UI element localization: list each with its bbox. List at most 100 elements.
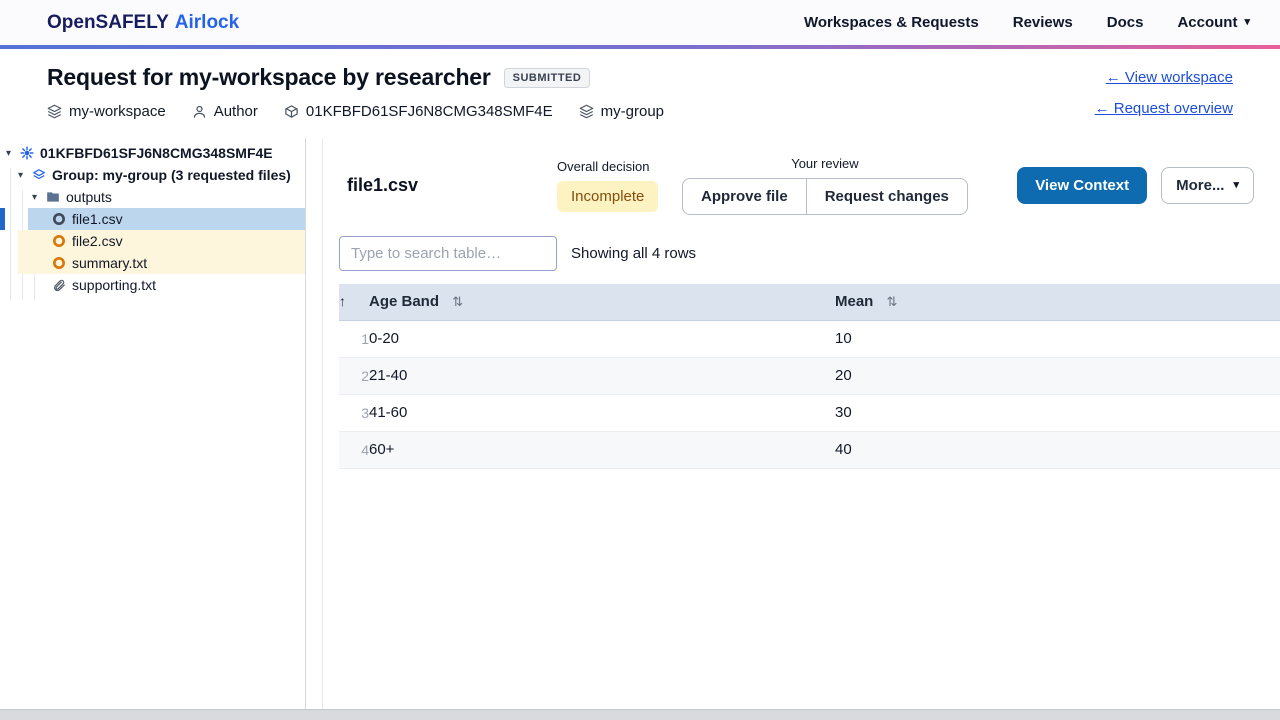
file-tree-sidebar: ▾ 01KFBFD61SFJ6N8CMG348SMF4E ▾ Group: my… bbox=[0, 138, 306, 709]
request-overview-link[interactable]: ← Request overview bbox=[1095, 100, 1233, 117]
file-csv-icon bbox=[52, 212, 66, 226]
meta-request-id-label: 01KFBFD61SFJ6N8CMG348SMF4E bbox=[306, 103, 553, 120]
more-actions-label: More... bbox=[1176, 177, 1224, 194]
meta-group-label: my-group bbox=[601, 103, 664, 120]
file-csv-icon bbox=[52, 234, 66, 248]
more-actions-button[interactable]: More... ▾ bbox=[1161, 167, 1254, 204]
column-header-mean[interactable]: Mean ⇅ bbox=[835, 284, 1280, 320]
tree-item-supporting[interactable]: supporting.txt bbox=[0, 274, 305, 296]
account-menu[interactable]: Account ▾ bbox=[1177, 14, 1250, 31]
tree-item-label: supporting.txt bbox=[72, 277, 156, 293]
meta-request-id: 01KFBFD61SFJ6N8CMG348SMF4E bbox=[284, 103, 553, 120]
nav-link-workspaces-requests[interactable]: Workspaces & Requests bbox=[804, 14, 979, 31]
group-icon bbox=[32, 168, 46, 182]
request-icon bbox=[20, 146, 34, 160]
request-header-links: ← View workspace ← Request overview bbox=[1095, 69, 1233, 138]
meta-author-label: Author bbox=[214, 103, 258, 120]
row-number-cell: 4 bbox=[339, 431, 369, 468]
chevron-down-icon[interactable]: ▾ bbox=[6, 148, 20, 159]
age-band-cell: 21-40 bbox=[369, 357, 835, 394]
author-icon bbox=[192, 104, 207, 119]
mean-cell: 20 bbox=[835, 357, 1280, 394]
folder-icon bbox=[46, 190, 60, 204]
age-band-cell: 41-60 bbox=[369, 394, 835, 431]
tree-item-file1[interactable]: file1.csv bbox=[0, 208, 305, 230]
table-row: 2 21-40 20 bbox=[339, 357, 1280, 394]
request-header: Request for my-workspace by researcher S… bbox=[0, 49, 1280, 138]
page-title: Request for my-workspace by researcher bbox=[47, 64, 491, 91]
file-tree: ▾ 01KFBFD61SFJ6N8CMG348SMF4E ▾ Group: my… bbox=[0, 142, 305, 296]
chevron-down-icon: ▾ bbox=[1233, 180, 1239, 191]
group-icon bbox=[579, 104, 594, 119]
mean-cell: 30 bbox=[835, 394, 1280, 431]
brand-secondary: Airlock bbox=[175, 12, 239, 33]
content-area: ▾ 01KFBFD61SFJ6N8CMG348SMF4E ▾ Group: my… bbox=[0, 138, 1280, 710]
overall-decision-label: Overall decision bbox=[557, 159, 682, 174]
file-txt-icon bbox=[52, 256, 66, 270]
paperclip-icon bbox=[52, 278, 66, 292]
row-number-cell: 2 bbox=[339, 357, 369, 394]
tree-item-label: Group: my-group (3 requested files) bbox=[52, 167, 291, 183]
age-band-cell: 0-20 bbox=[369, 320, 835, 357]
column-header-label: Mean bbox=[835, 293, 873, 310]
tree-item-label: summary.txt bbox=[72, 255, 147, 271]
approve-file-button[interactable]: Approve file bbox=[682, 178, 807, 215]
request-meta: my-workspace Author 01KFBFD61SFJ6N8CMG34… bbox=[47, 103, 664, 120]
column-header-label: Age Band bbox=[369, 293, 439, 310]
sort-ascending-icon[interactable]: ↑ bbox=[339, 293, 346, 309]
view-context-button[interactable]: View Context bbox=[1017, 167, 1147, 204]
nav-link-reviews[interactable]: Reviews bbox=[1013, 14, 1073, 31]
mean-cell: 40 bbox=[835, 431, 1280, 468]
tree-item-label: file2.csv bbox=[72, 233, 123, 249]
column-header-age-band[interactable]: Age Band ⇅ bbox=[369, 284, 835, 320]
tree-item-label: outputs bbox=[66, 189, 112, 205]
request-id-icon bbox=[284, 104, 299, 119]
row-number-cell: 1 bbox=[339, 320, 369, 357]
sort-toggle-icon[interactable]: ⇅ bbox=[887, 294, 898, 309]
tree-item-label: 01KFBFD61SFJ6N8CMG348SMF4E bbox=[40, 145, 273, 161]
request-header-left: Request for my-workspace by researcher S… bbox=[47, 49, 664, 138]
rows-summary: Showing all 4 rows bbox=[571, 245, 696, 262]
overall-decision: Overall decision Incomplete bbox=[557, 159, 682, 212]
table-header-row: ↑ Age Band ⇅ Mean ⇅ bbox=[339, 284, 1280, 320]
tree-item-file2[interactable]: file2.csv bbox=[0, 230, 305, 252]
status-badge: SUBMITTED bbox=[504, 68, 591, 88]
view-workspace-link[interactable]: ← View workspace bbox=[1106, 69, 1233, 86]
file-review-header: file1.csv Overall decision Incomplete Yo… bbox=[323, 138, 1280, 232]
tree-item-group[interactable]: ▾ Group: my-group (3 requested files) bbox=[0, 164, 305, 186]
sort-toggle-icon[interactable]: ⇅ bbox=[452, 294, 463, 309]
workspace-icon bbox=[47, 104, 62, 119]
tree-item-request-root[interactable]: ▾ 01KFBFD61SFJ6N8CMG348SMF4E bbox=[0, 142, 305, 164]
tree-item-summary[interactable]: summary.txt bbox=[0, 252, 305, 274]
meta-author: Author bbox=[192, 103, 258, 120]
review-button-group: Approve file Request changes bbox=[682, 178, 968, 215]
file-data-table: ↑ Age Band ⇅ Mean ⇅ 1 0-20 10 bbox=[339, 284, 1280, 469]
mean-cell: 10 bbox=[835, 320, 1280, 357]
account-label: Account bbox=[1177, 14, 1237, 31]
table-row: 3 41-60 30 bbox=[339, 394, 1280, 431]
nav-link-docs[interactable]: Docs bbox=[1107, 14, 1144, 31]
chevron-down-icon[interactable]: ▾ bbox=[32, 192, 46, 203]
row-number-cell: 3 bbox=[339, 394, 369, 431]
your-review-label: Your review bbox=[791, 156, 858, 171]
nav-links: Workspaces & Requests Reviews Docs Accou… bbox=[804, 14, 1250, 31]
top-navbar: OpenSAFELY Airlock Workspaces & Requests … bbox=[0, 0, 1280, 45]
row-number-header[interactable]: ↑ bbox=[339, 284, 369, 320]
table-search-input[interactable] bbox=[339, 236, 557, 271]
your-review: Your review Approve file Request changes bbox=[682, 156, 968, 215]
tree-item-outputs-folder[interactable]: ▾ outputs bbox=[0, 186, 305, 208]
meta-group: my-group bbox=[579, 103, 664, 120]
meta-workspace: my-workspace bbox=[47, 103, 166, 120]
decision-badge: Incomplete bbox=[557, 181, 658, 212]
brand-primary: OpenSAFELY bbox=[47, 12, 169, 33]
app-logo[interactable]: OpenSAFELY Airlock bbox=[47, 12, 239, 34]
file-review-panel: file1.csv Overall decision Incomplete Yo… bbox=[322, 138, 1280, 709]
meta-workspace-label: my-workspace bbox=[69, 103, 166, 120]
table-row: 1 0-20 10 bbox=[339, 320, 1280, 357]
table-toolbar: Showing all 4 rows bbox=[323, 232, 1280, 284]
age-band-cell: 60+ bbox=[369, 431, 835, 468]
table-row: 4 60+ 40 bbox=[339, 431, 1280, 468]
chevron-down-icon[interactable]: ▾ bbox=[18, 170, 32, 181]
request-changes-button[interactable]: Request changes bbox=[807, 178, 968, 215]
tree-item-label: file1.csv bbox=[72, 211, 123, 227]
